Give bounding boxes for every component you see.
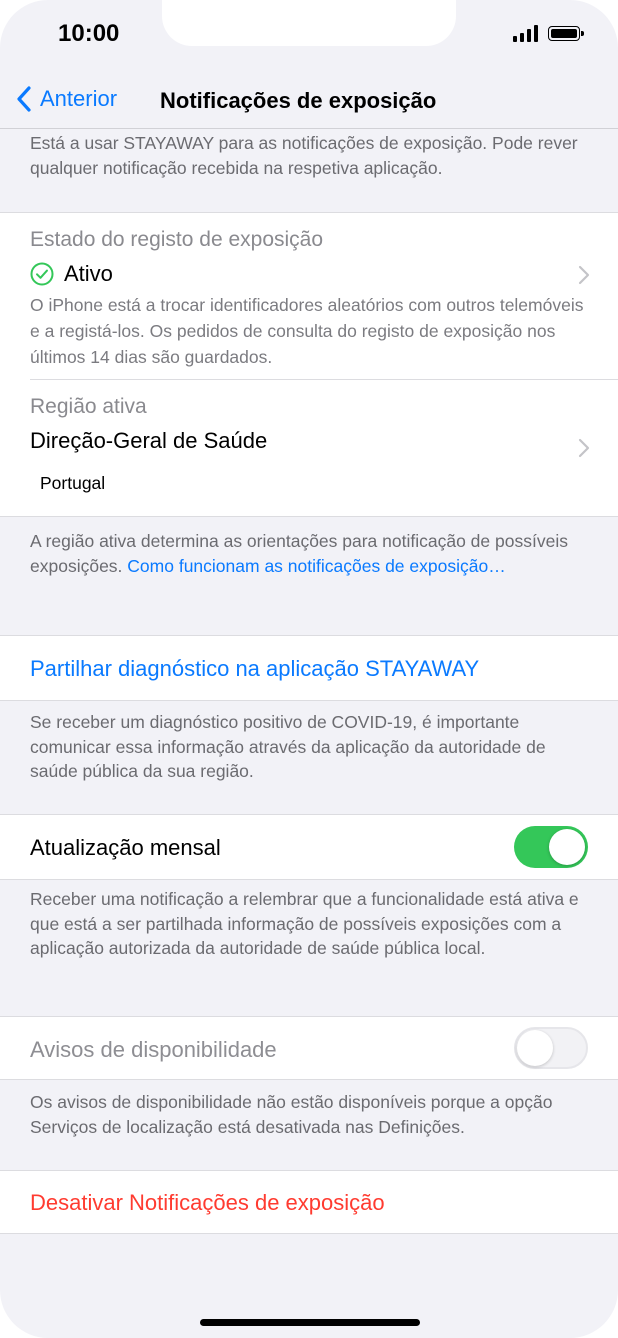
status-bar: 10:00: [0, 0, 618, 70]
exposure-status-group: Estado do registo de exposição Ativo O i…: [0, 212, 618, 517]
availability-alerts-row: Avisos de disponibilidade: [0, 1016, 618, 1080]
home-indicator: [200, 1319, 420, 1326]
monthly-update-row: Atualização mensal: [0, 814, 618, 880]
nav-divider: [0, 128, 618, 129]
how-it-works-link[interactable]: Como funcionam as notificações de exposi…: [127, 556, 505, 576]
active-region-heading: Região ativa: [30, 395, 147, 418]
toggle-knob: [517, 1030, 553, 1066]
availability-alerts-toggle[interactable]: [514, 1027, 588, 1069]
cellular-signal-icon: [513, 25, 538, 42]
back-button[interactable]: Anterior: [16, 86, 117, 112]
phone-screen: 10:00 Anterior Notificações de exposição…: [0, 0, 618, 1338]
monthly-update-footer: Receber uma notificação a relembrar que …: [30, 889, 579, 958]
monthly-update-label: Atualização mensal: [30, 835, 221, 860]
exposure-status-row[interactable]: Estado do registo de exposição Ativo O i…: [0, 213, 618, 379]
back-button-label: Anterior: [40, 86, 118, 111]
region-footer: A região ativa determina as orientações …: [30, 529, 590, 578]
share-diagnosis-button[interactable]: Partilhar diagnóstico na aplicação STAYA…: [0, 635, 618, 701]
status-time: 10:00: [58, 20, 120, 47]
intro-text: Está a usar STAYAWAY para as notificaçõe…: [30, 133, 578, 178]
toggle-knob: [549, 829, 585, 865]
disable-exposure-notifications-button[interactable]: Desativar Notificações de exposição: [0, 1170, 618, 1234]
chevron-right-icon: [578, 438, 590, 458]
availability-alerts-label: Avisos de disponibilidade: [30, 1037, 277, 1062]
navigation-bar: Anterior Notificações de exposição: [0, 78, 618, 126]
chevron-left-icon: [17, 86, 31, 112]
checkmark-circle-icon: [30, 262, 54, 286]
active-region-country: Portugal: [40, 473, 106, 493]
chevron-right-icon: [578, 265, 590, 285]
exposure-status-line: Ativo: [30, 261, 113, 287]
disable-exposure-notifications-label: Desativar Notificações de exposição: [30, 1190, 385, 1215]
share-diagnosis-footer: Se receber um diagnóstico positivo de CO…: [30, 712, 546, 781]
status-icons: [513, 25, 584, 42]
exposure-status-heading: Estado do registo de exposição: [30, 228, 324, 251]
share-diagnosis-label: Partilhar diagnóstico na aplicação STAYA…: [30, 656, 480, 681]
battery-icon: [548, 26, 584, 41]
active-region-authority: Direção-Geral de Saúde: [30, 428, 268, 453]
page-title: Notificações de exposição: [160, 88, 437, 113]
monthly-update-toggle[interactable]: [514, 826, 588, 868]
notch: [162, 0, 456, 46]
exposure-status-description: O iPhone está a trocar identificadores a…: [30, 295, 584, 367]
availability-alerts-footer: Os avisos de disponibilidade não estão d…: [30, 1092, 553, 1137]
active-region-row[interactable]: Região ativa Direção-Geral de Saúde Port…: [0, 380, 618, 517]
exposure-status-value: Ativo: [64, 261, 113, 286]
